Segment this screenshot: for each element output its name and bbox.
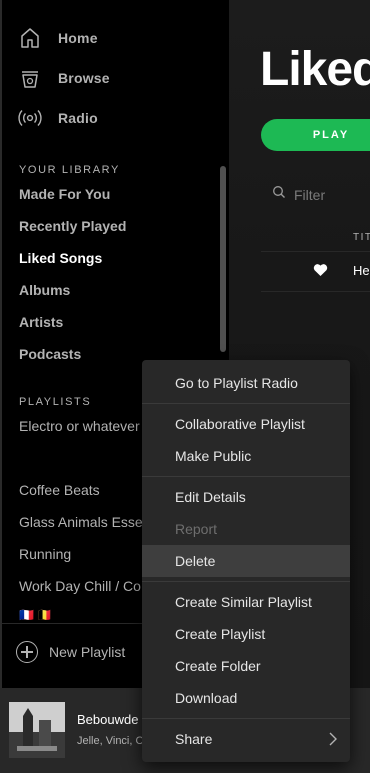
menu-share-label: Share bbox=[175, 731, 213, 747]
now-playing-artist[interactable]: Jelle, Vinci, Co bbox=[77, 735, 150, 747]
nav-radio-label: Radio bbox=[58, 110, 98, 126]
now-playing-title[interactable]: Bebouwde bbox=[77, 712, 138, 727]
album-cover[interactable] bbox=[9, 702, 65, 758]
sidebar-scrollbar[interactable] bbox=[220, 166, 226, 352]
context-menu: Go to Playlist Radio Collaborative Playl… bbox=[142, 360, 350, 762]
menu-go-to-playlist-radio[interactable]: Go to Playlist Radio bbox=[142, 367, 350, 399]
menu-edit-details[interactable]: Edit Details bbox=[142, 481, 350, 513]
nav-home[interactable]: Home bbox=[18, 25, 98, 51]
menu-delete[interactable]: Delete bbox=[142, 545, 350, 577]
search-icon bbox=[272, 185, 286, 204]
playlist-item-running[interactable]: Running bbox=[19, 546, 71, 562]
filter-placeholder: Filter bbox=[294, 186, 326, 203]
menu-create-folder[interactable]: Create Folder bbox=[142, 650, 350, 682]
nav-radio[interactable]: Radio bbox=[18, 105, 98, 131]
header-divider bbox=[261, 251, 370, 252]
nav-browse[interactable]: Browse bbox=[18, 65, 110, 91]
filter-input[interactable]: Filter bbox=[272, 185, 325, 204]
library-item-albums[interactable]: Albums bbox=[19, 282, 70, 298]
your-library-heading: YOUR LIBRARY bbox=[19, 164, 120, 176]
library-item-podcasts[interactable]: Podcasts bbox=[19, 346, 81, 362]
library-item-liked-songs[interactable]: Liked Songs bbox=[19, 250, 102, 266]
nav-browse-label: Browse bbox=[58, 70, 110, 86]
menu-separator bbox=[142, 581, 350, 582]
home-icon bbox=[18, 26, 42, 50]
song-title[interactable]: He bbox=[353, 263, 370, 278]
menu-report: Report bbox=[175, 521, 218, 537]
menu-create-playlist[interactable]: Create Playlist bbox=[142, 618, 350, 650]
menu-separator bbox=[142, 718, 350, 719]
menu-share[interactable]: Share bbox=[142, 723, 350, 755]
title-column-header[interactable]: TITLE bbox=[353, 232, 370, 243]
page-title: Liked Songs bbox=[260, 43, 370, 96]
playlists-heading: PLAYLISTS bbox=[19, 396, 92, 408]
menu-download[interactable]: Download bbox=[142, 682, 350, 714]
new-playlist-label: New Playlist bbox=[49, 644, 126, 660]
menu-separator bbox=[142, 403, 350, 404]
nav-home-label: Home bbox=[58, 30, 98, 46]
row-divider bbox=[261, 291, 370, 292]
browse-icon bbox=[18, 66, 42, 90]
library-item-artists[interactable]: Artists bbox=[19, 314, 63, 330]
playlist-item-flags[interactable]: 🇫🇷 🇧🇪 bbox=[19, 608, 52, 622]
menu-create-similar-playlist[interactable]: Create Similar Playlist bbox=[142, 586, 350, 618]
radio-icon bbox=[18, 106, 42, 130]
playlist-item-work-day-chill[interactable]: Work Day Chill / Co bbox=[19, 578, 141, 594]
playlist-item-coffee-beats[interactable]: Coffee Beats bbox=[19, 482, 100, 498]
play-button[interactable]: PLAY bbox=[261, 119, 370, 151]
menu-make-public[interactable]: Make Public bbox=[142, 440, 350, 472]
plus-circle-icon bbox=[16, 641, 38, 663]
playlist-item-electro[interactable]: Electro or whatever bbox=[19, 418, 140, 434]
heart-icon[interactable] bbox=[313, 263, 328, 282]
library-item-made-for-you[interactable]: Made For You bbox=[19, 186, 110, 202]
menu-separator bbox=[142, 476, 350, 477]
menu-collaborative-playlist[interactable]: Collaborative Playlist bbox=[142, 408, 350, 440]
chevron-right-icon bbox=[328, 732, 338, 749]
new-playlist-button[interactable]: New Playlist bbox=[16, 641, 125, 663]
library-item-recently-played[interactable]: Recently Played bbox=[19, 218, 126, 234]
